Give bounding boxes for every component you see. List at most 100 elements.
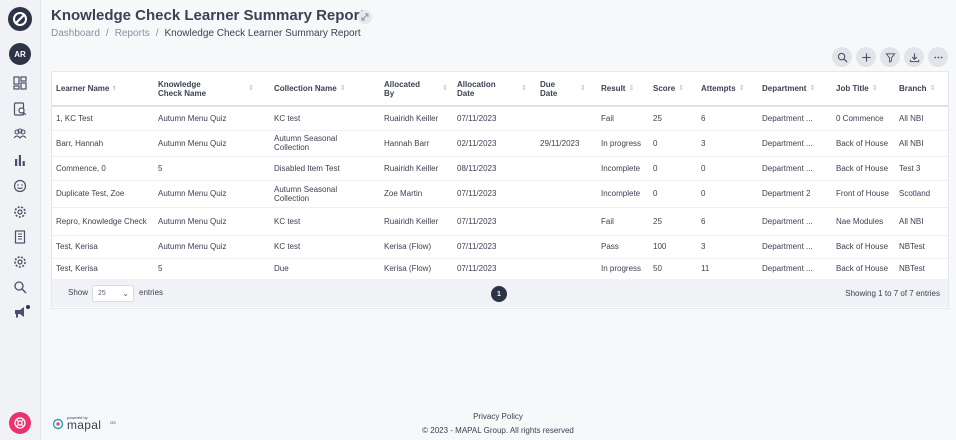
cell-attempts: 0 xyxy=(701,189,706,198)
table-row[interactable]: Test, Kerisa Autumn Menu Quiz KC test Keris… xyxy=(52,235,948,259)
table-header: Learner Name ↑ Knowledge Check Name ⇕ Coll… xyxy=(52,72,948,107)
breadcrumb-reports[interactable]: Reports xyxy=(115,28,150,39)
cell-collection-name: KC test xyxy=(274,216,301,226)
cell-knowledge-check-name: Autumn Menu Quiz xyxy=(158,189,227,198)
more-button[interactable] xyxy=(928,47,948,67)
cell-allocated-by: Kerisa (Flow) xyxy=(384,242,432,251)
cell-learner-name: Test, Kerisa xyxy=(56,242,98,251)
cell-due-date xyxy=(540,258,596,279)
cell-result: Incomplete xyxy=(601,163,641,173)
cell-job-title: Back of House xyxy=(836,138,889,148)
document-search-icon[interactable] xyxy=(12,101,28,117)
cell-learner-name: Duplicate Test, Zoe xyxy=(56,189,125,198)
search-icon[interactable] xyxy=(12,279,28,295)
cell-department: Department ... xyxy=(762,138,813,148)
expand-icon[interactable] xyxy=(358,10,372,24)
cell-allocated-by: Ruairidh Keiller xyxy=(384,163,439,173)
column-header-score[interactable]: Score ⇕ xyxy=(653,72,699,105)
cell-job-title: Back of House xyxy=(836,163,889,173)
column-header-due-date[interactable]: Due Date ⇕ xyxy=(540,72,596,105)
table-row[interactable]: 1, KC Test Autumn Menu Quiz KC test Ruairid… xyxy=(52,107,948,131)
table-row[interactable]: Commence, 0 5 Disabled Item Test Ruairidh K… xyxy=(52,156,948,181)
breadcrumb-dashboard[interactable]: Dashboard xyxy=(51,28,100,39)
cell-branch: All NBI xyxy=(899,216,924,226)
chart-icon[interactable] xyxy=(12,152,28,168)
sort-icon: ⇕ xyxy=(248,85,254,92)
sort-icon: ⇕ xyxy=(442,85,448,92)
avatar[interactable]: AR xyxy=(9,43,31,65)
column-header-allocation-date[interactable]: Allocation Date ⇕ xyxy=(457,72,532,105)
cell-learner-name: 1, KC Test xyxy=(56,114,93,123)
table-row[interactable]: Test, Kerisa 5 Due Kerisa (Flow) 07/11/2023 I… xyxy=(52,258,948,280)
cell-learner-name: Commence, 0 xyxy=(56,163,106,173)
sort-icon: ⇕ xyxy=(809,85,816,92)
column-header-department[interactable]: Department ⇕ xyxy=(762,72,832,105)
sort-icon: ⇕ xyxy=(628,85,635,92)
column-header-knowledge-check-name[interactable]: Knowledge Check Name ⇕ xyxy=(158,72,254,105)
search-icon xyxy=(837,52,848,63)
search-button[interactable] xyxy=(832,47,852,67)
dashboard-icon[interactable] xyxy=(12,75,28,91)
copyright-text: © 2023 - MAPAL Group. All rights reserve… xyxy=(422,426,574,435)
building-icon[interactable] xyxy=(12,229,28,245)
cell-due-date xyxy=(540,207,596,235)
column-header-allocated-by[interactable]: Allocated By ⇕ xyxy=(384,72,448,105)
table-row[interactable]: Repro, Knowledge Check Autumn Menu Quiz KC… xyxy=(52,207,948,236)
sort-icon: ⇕ xyxy=(871,85,878,92)
smiley-icon[interactable] xyxy=(12,178,28,194)
column-header-collection-name[interactable]: Collection Name ⇕ xyxy=(274,72,374,105)
cell-attempts: 6 xyxy=(701,216,706,226)
cell-allocated-by: Kerisa (Flow) xyxy=(384,264,432,273)
cell-job-title: Back of House xyxy=(836,242,889,251)
cell-branch: Scotland xyxy=(899,189,931,198)
column-header-job-title[interactable]: Job Title ⇕ xyxy=(836,72,896,105)
chevron-down-icon: ⌄ xyxy=(122,289,129,298)
cell-attempts: 3 xyxy=(701,242,706,251)
cell-department: Department ... xyxy=(762,114,813,123)
cell-due-date xyxy=(540,107,596,130)
table-footer: Show 25 ⌄ entries 1 Showing 1 to 7 of 7 … xyxy=(52,279,948,307)
cell-job-title: Front of House xyxy=(836,189,889,198)
cell-collection-name: KC test xyxy=(274,114,301,123)
sort-icon: ⇕ xyxy=(580,85,586,92)
column-header-attempts[interactable]: Attempts ⇕ xyxy=(701,72,759,105)
settings-icon[interactable] xyxy=(12,254,28,270)
cell-branch: All NBI xyxy=(899,138,924,148)
sort-icon: ⇕ xyxy=(738,85,745,92)
cell-due-date xyxy=(540,180,596,207)
cell-job-title: 0 Commence xyxy=(836,114,884,123)
cell-allocation-date: 08/11/2023 xyxy=(457,163,497,173)
column-header-result[interactable]: Result ⇕ xyxy=(601,72,651,105)
cell-knowledge-check-name: Autumn Menu Quiz xyxy=(158,216,227,226)
cell-score: 0 xyxy=(653,163,658,173)
cell-branch: Test 3 xyxy=(899,163,921,173)
cell-collection-name: Disabled Item Test xyxy=(274,163,340,173)
add-button[interactable] xyxy=(856,47,876,67)
cell-knowledge-check-name: Autumn Menu Quiz xyxy=(158,242,227,251)
privacy-policy-link[interactable]: Privacy Policy xyxy=(0,412,956,421)
sort-icon: ⇕ xyxy=(339,85,346,92)
cell-knowledge-check-name: 5 xyxy=(158,264,163,273)
cell-score: 0 xyxy=(653,138,658,148)
filter-icon xyxy=(884,52,896,63)
team-icon[interactable] xyxy=(12,126,28,142)
page-size-select[interactable]: 25 ⌄ xyxy=(92,285,134,302)
filter-button[interactable] xyxy=(880,47,900,67)
cell-score: 0 xyxy=(653,189,658,198)
sort-icon: ⇕ xyxy=(929,85,936,92)
cell-result: Incomplete xyxy=(601,189,641,198)
app-logo[interactable] xyxy=(8,7,32,31)
gear-icon[interactable] xyxy=(12,204,28,220)
table-row[interactable]: Barr, Hannah Autumn Menu Quiz Autumn Seaso… xyxy=(52,130,948,157)
breadcrumb-current: Knowledge Check Learner Summary Report xyxy=(164,28,361,39)
pagination-page-button[interactable]: 1 xyxy=(491,286,507,302)
showing-entries-text: Showing 1 to 7 of 7 entries xyxy=(845,289,940,298)
column-header-learner-name[interactable]: Learner Name ↑ xyxy=(56,72,152,105)
cell-learner-name: Barr, Hannah xyxy=(56,138,104,148)
download-button[interactable] xyxy=(904,47,924,67)
page-size-value: 25 xyxy=(98,290,106,297)
cell-department: Department ... xyxy=(762,163,813,173)
column-header-branch[interactable]: Branch ⇕ xyxy=(899,72,947,105)
table-row[interactable]: Duplicate Test, Zoe Autumn Menu Quiz Autum… xyxy=(52,180,948,208)
logo-icon xyxy=(13,12,27,26)
